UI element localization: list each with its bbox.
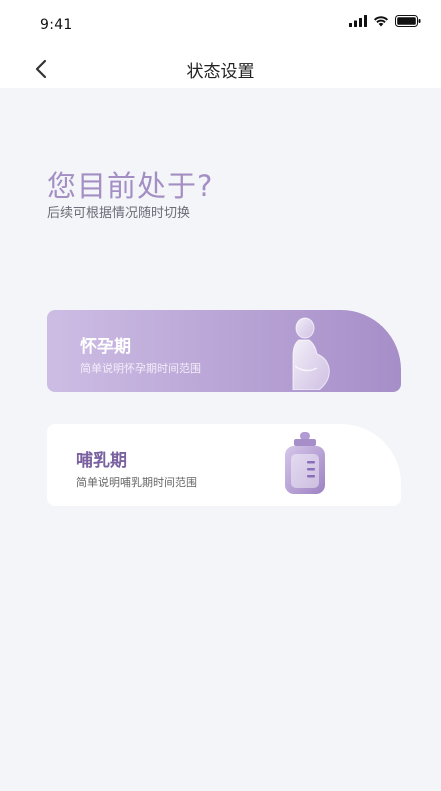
option-card-pregnancy[interactable]: 怀孕期 简单说明怀孕期时间范围 bbox=[47, 310, 401, 392]
option-title: 怀孕期 bbox=[80, 337, 131, 357]
signal-icon bbox=[349, 15, 367, 27]
baby-bottle-icon bbox=[285, 432, 325, 494]
option-title: 哺乳期 bbox=[76, 451, 127, 471]
wifi-icon bbox=[374, 16, 388, 27]
prompt-heading: 您目前处于? bbox=[47, 169, 214, 203]
nav-bar: 状态设置 bbox=[0, 48, 441, 88]
option-description: 简单说明怀孕期时间范围 bbox=[80, 362, 201, 375]
option-card-lactation[interactable]: 哺乳期 简单说明哺乳期时间范围 bbox=[47, 424, 401, 506]
pregnant-woman-icon bbox=[292, 317, 330, 390]
battery-icon bbox=[395, 15, 421, 27]
option-description: 简单说明哺乳期时间范围 bbox=[76, 476, 197, 489]
page-title: 状态设置 bbox=[186, 62, 255, 82]
status-icons bbox=[349, 15, 421, 27]
status-bar: 9:41 bbox=[0, 0, 441, 48]
status-time: 9:41 bbox=[40, 17, 73, 33]
prompt-subheading: 后续可根据情况随时切换 bbox=[47, 206, 191, 221]
